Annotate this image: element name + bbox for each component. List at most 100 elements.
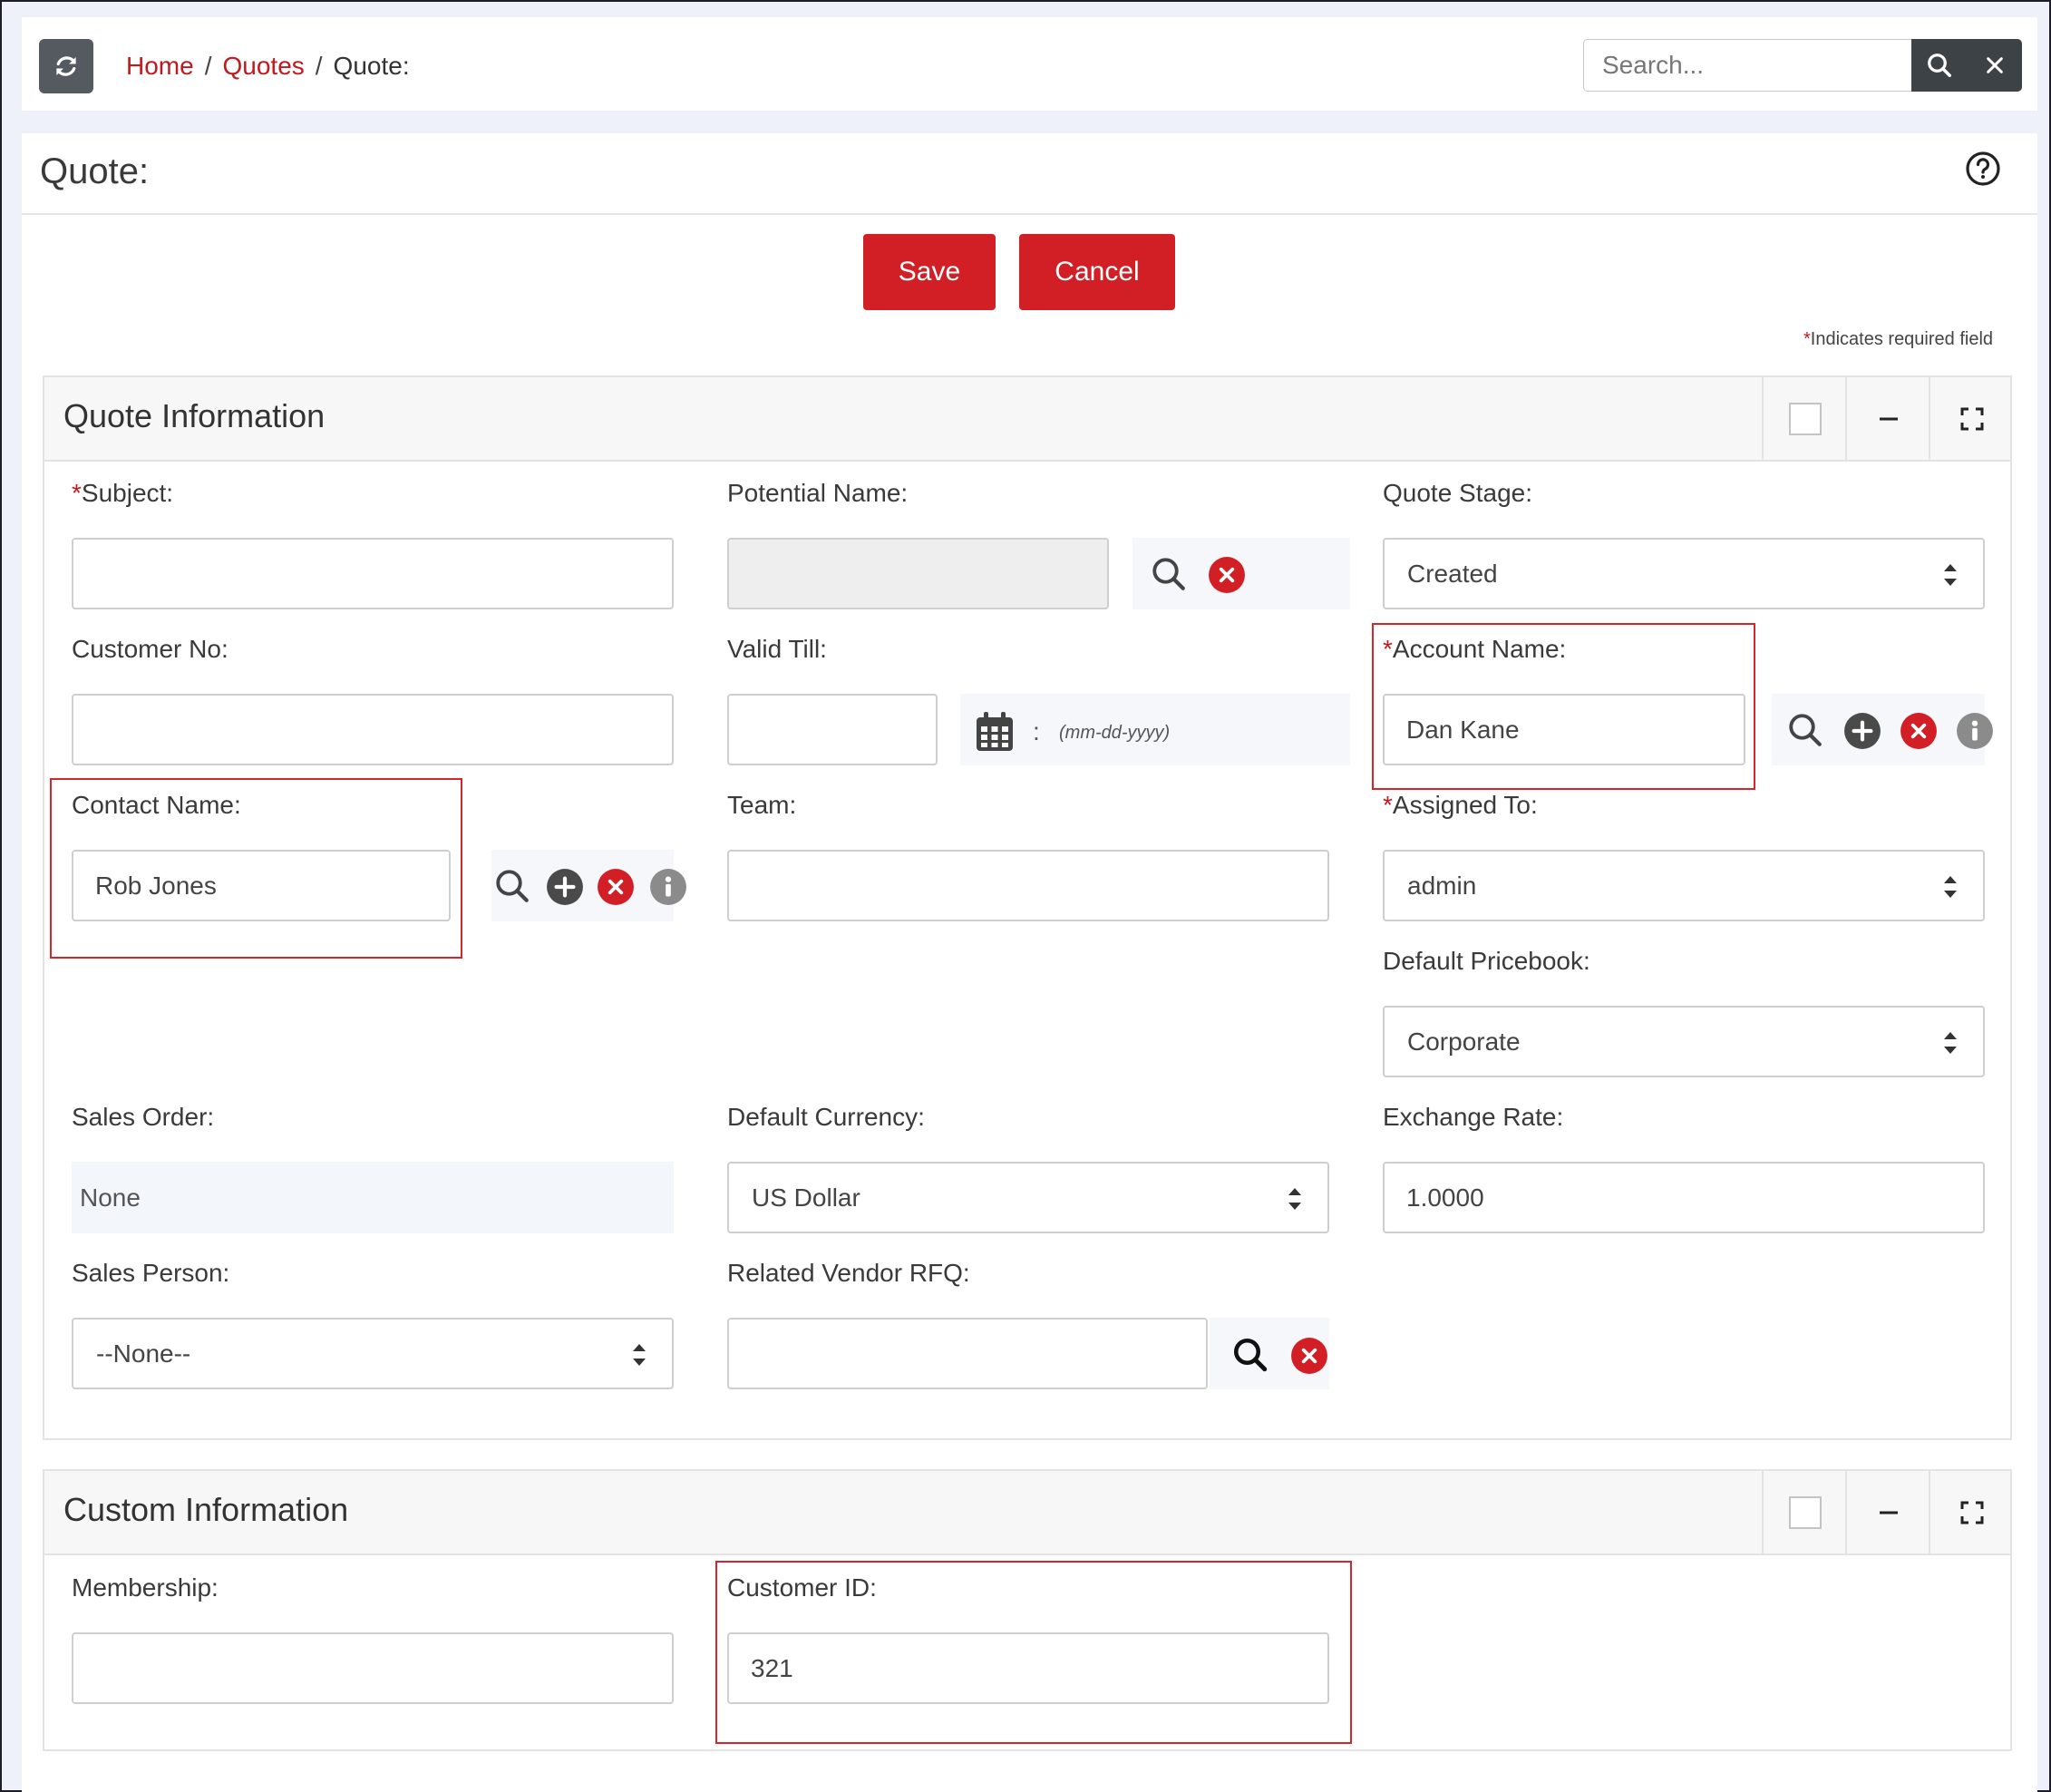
refresh-button[interactable] xyxy=(39,39,93,93)
expand-icon xyxy=(1960,407,1984,430)
default-pricebook-select[interactable]: Corporate xyxy=(1383,1006,1985,1077)
search-input[interactable] xyxy=(1583,39,1911,92)
breadcrumb-separator: / xyxy=(315,52,323,80)
required-note-text: Indicates required field xyxy=(1810,329,1994,349)
panel-expand-button[interactable] xyxy=(1929,377,2014,460)
clear-icon[interactable] xyxy=(597,868,635,906)
checkbox[interactable] xyxy=(1789,1495,1822,1529)
default-pricebook-label: Default Pricebook: xyxy=(1383,947,1590,975)
minimize-icon xyxy=(1880,1511,1898,1514)
sort-arrows-icon xyxy=(1944,564,1957,586)
breadcrumb-current: Quote: xyxy=(333,52,410,80)
help-icon[interactable] xyxy=(1965,151,2001,187)
required-star: * xyxy=(72,479,82,507)
panel-select-checkbox[interactable] xyxy=(1762,377,1847,460)
breadcrumb-quotes[interactable]: Quotes xyxy=(222,52,304,81)
sort-arrows-icon xyxy=(1288,1188,1301,1210)
quote-information-panel: Quote Information *Subject: Potential Na… xyxy=(43,375,2012,1440)
subject-input[interactable] xyxy=(72,538,674,609)
calendar-icon[interactable] xyxy=(975,711,1015,753)
sales-order-label: Sales Order: xyxy=(72,1103,215,1131)
highlight-box xyxy=(715,1561,1352,1744)
date-separator: : xyxy=(1033,717,1040,745)
clear-icon[interactable] xyxy=(1208,556,1246,594)
add-icon[interactable] xyxy=(1843,712,1881,750)
edit-view-card: Quote: Save Cancel *Indicates required f… xyxy=(22,133,2037,1792)
assigned-to-value: admin xyxy=(1407,871,1477,900)
required-star: * xyxy=(1803,329,1811,349)
valid-till-label: Valid Till: xyxy=(727,635,827,663)
search-icon[interactable] xyxy=(1786,711,1824,749)
default-currency-value: US Dollar xyxy=(752,1183,860,1212)
search-icon xyxy=(1928,54,1951,77)
divider xyxy=(22,213,2037,215)
assigned-to-select[interactable]: admin xyxy=(1383,850,1985,921)
default-currency-label: Default Currency: xyxy=(727,1103,925,1131)
team-label: Team: xyxy=(727,791,797,819)
minimize-icon xyxy=(1880,417,1898,420)
default-pricebook-value: Corporate xyxy=(1407,1027,1521,1056)
refresh-icon xyxy=(56,56,76,76)
team-input[interactable] xyxy=(727,850,1329,921)
quote-stage-value: Created xyxy=(1407,559,1498,588)
panel-title: Quote Information xyxy=(63,397,326,434)
top-bar: Home / Quotes / Quote: xyxy=(22,17,2037,111)
breadcrumb-separator: / xyxy=(204,52,212,80)
exchange-rate-label: Exchange Rate: xyxy=(1383,1103,1564,1131)
highlight-box xyxy=(1372,623,1755,790)
valid-till-input[interactable] xyxy=(727,694,938,765)
cancel-button[interactable]: Cancel xyxy=(1019,234,1175,310)
required-field-note: *Indicates required field xyxy=(1803,329,1993,350)
default-currency-select[interactable]: US Dollar xyxy=(727,1162,1329,1233)
sales-person-select[interactable]: --None-- xyxy=(72,1318,674,1389)
expand-icon xyxy=(1960,1501,1984,1524)
quote-stage-label: Quote Stage: xyxy=(1383,479,1533,507)
subject-label-text: Subject: xyxy=(81,479,174,507)
breadcrumb-home[interactable]: Home xyxy=(126,52,194,81)
potential-name-label: Potential Name: xyxy=(727,479,909,507)
panel-title: Custom Information xyxy=(63,1491,349,1528)
customer-no-label: Customer No: xyxy=(72,635,228,663)
sort-arrows-icon xyxy=(1944,876,1957,898)
sales-person-label: Sales Person: xyxy=(72,1259,230,1287)
search-icon[interactable] xyxy=(1150,555,1188,593)
potential-name-input[interactable] xyxy=(727,538,1109,609)
search-button[interactable] xyxy=(1911,39,1968,92)
membership-input[interactable] xyxy=(72,1632,674,1704)
checkbox[interactable] xyxy=(1789,402,1822,435)
page-title: Quote: xyxy=(40,151,150,191)
customer-no-input[interactable] xyxy=(72,694,674,765)
required-star: * xyxy=(1383,791,1393,819)
date-format-hint: (mm-dd-yyyy) xyxy=(1059,723,1171,743)
panel-minimize-button[interactable] xyxy=(1845,377,1930,460)
related-vendor-rfq-label: Related Vendor RFQ: xyxy=(727,1259,970,1287)
sales-person-value: --None-- xyxy=(96,1339,191,1368)
clear-icon[interactable] xyxy=(1900,712,1938,750)
info-icon[interactable] xyxy=(1956,712,1994,750)
sort-arrows-icon xyxy=(1944,1032,1957,1054)
quote-stage-select[interactable]: Created xyxy=(1383,538,1985,609)
panel-header: Custom Information xyxy=(44,1471,2010,1555)
custom-information-panel: Custom Information Membership: Customer … xyxy=(43,1469,2012,1751)
assigned-to-label: *Assigned To: xyxy=(1383,791,1538,820)
highlight-box xyxy=(50,778,462,959)
sales-order-value: None xyxy=(72,1162,674,1233)
search-icon[interactable] xyxy=(1231,1336,1269,1374)
clear-icon[interactable] xyxy=(1290,1337,1328,1375)
search-icon[interactable] xyxy=(493,867,531,905)
info-icon[interactable] xyxy=(649,868,687,906)
add-icon[interactable] xyxy=(546,868,584,906)
related-vendor-rfq-input[interactable] xyxy=(727,1318,1208,1389)
search-clear-button[interactable] xyxy=(1968,39,2022,92)
breadcrumb: Home / Quotes / Quote: xyxy=(126,52,410,81)
exchange-rate-input[interactable] xyxy=(1383,1162,1985,1233)
panel-select-checkbox[interactable] xyxy=(1762,1471,1847,1553)
assigned-to-label-text: Assigned To: xyxy=(1392,791,1538,819)
subject-label: *Subject: xyxy=(72,479,173,508)
panel-expand-button[interactable] xyxy=(1929,1471,2014,1553)
close-icon xyxy=(1987,57,2003,73)
membership-label: Membership: xyxy=(72,1573,219,1602)
sort-arrows-icon xyxy=(633,1344,646,1366)
panel-minimize-button[interactable] xyxy=(1845,1471,1930,1553)
save-button[interactable]: Save xyxy=(863,234,996,310)
